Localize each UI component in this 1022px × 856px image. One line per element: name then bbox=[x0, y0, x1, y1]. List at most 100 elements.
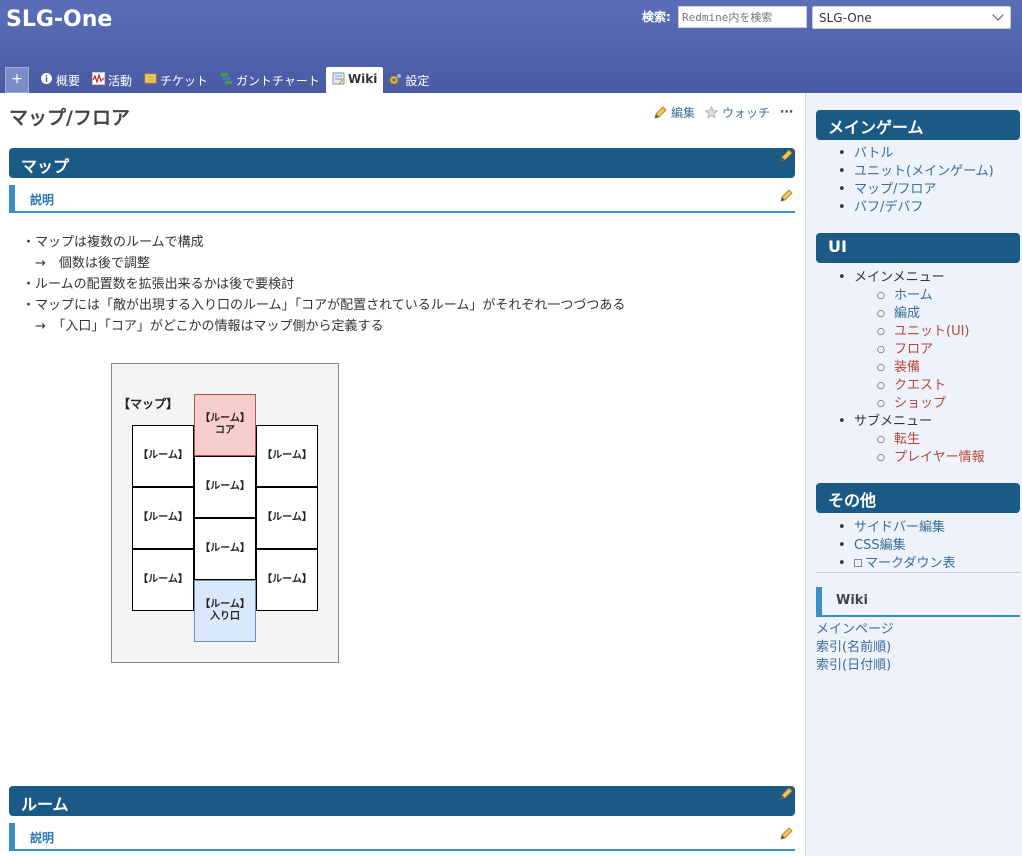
list-item[interactable]: マップ/フロア bbox=[836, 181, 994, 199]
tab-settings[interactable]: 設定 bbox=[383, 67, 435, 93]
subsection-heading-description: 説明 bbox=[9, 185, 795, 213]
sidebar-heading-wiki: Wiki bbox=[816, 587, 1020, 617]
list-item[interactable]: ショップ bbox=[836, 395, 985, 413]
section-edit-icon[interactable] bbox=[780, 827, 793, 840]
tab-issues-label: チケット bbox=[160, 74, 209, 88]
star-icon bbox=[704, 106, 718, 119]
list-item[interactable]: マークダウン表 bbox=[836, 555, 955, 573]
list-item: サブメニュー bbox=[836, 413, 985, 431]
room-core-line2: コア bbox=[214, 425, 235, 436]
ticket-icon bbox=[144, 73, 157, 84]
tab-issues[interactable]: チケット bbox=[138, 67, 214, 93]
list-item[interactable]: サイドバー編集 bbox=[836, 519, 955, 537]
tab-overview-label: 概要 bbox=[56, 74, 81, 88]
section-heading-room: ルーム bbox=[9, 786, 795, 816]
search-input[interactable] bbox=[678, 6, 807, 28]
tab-settings-label: 設定 bbox=[405, 74, 430, 88]
list-item[interactable]: クエスト bbox=[836, 377, 985, 395]
chevron-down-icon bbox=[992, 9, 1004, 21]
more-actions-button[interactable]: ⋯ bbox=[780, 105, 793, 120]
room-core: 【ルーム】 コア bbox=[194, 394, 256, 456]
sidebar-heading-ui: UI bbox=[816, 233, 1020, 263]
list-item: メインメニュー bbox=[836, 269, 985, 287]
top-header: SLG-One 検索: SLG-One + 概要 活動 チケット ガントチャート… bbox=[0, 0, 1022, 93]
list-item[interactable]: 装備 bbox=[836, 359, 985, 377]
room: 【ルーム】 bbox=[132, 549, 194, 611]
other-list: サイドバー編集 CSS編集 マークダウン表 bbox=[836, 519, 955, 573]
list-item[interactable]: CSS編集 bbox=[836, 537, 955, 555]
subsection-heading-text: 説明 bbox=[30, 831, 55, 845]
list-item[interactable]: ユニット(メインゲーム) bbox=[836, 163, 994, 181]
list-item[interactable]: 転生 bbox=[836, 431, 985, 449]
project-select-value: SLG-One bbox=[819, 11, 872, 25]
list-item[interactable]: ユニット(UI) bbox=[836, 323, 985, 341]
room: 【ルーム】 bbox=[194, 456, 256, 518]
external-link-icon bbox=[854, 559, 862, 567]
main-content: マップ/フロア 編集 ウォッチ ⋯ マップ 説明 ・マップは複数のルームで構成 … bbox=[0, 93, 806, 856]
main-game-list: バトル ユニット(メインゲーム) マップ/フロア バフ/デバフ bbox=[836, 145, 994, 217]
section-heading-map: マップ bbox=[9, 148, 795, 178]
edit-label: 編集 bbox=[670, 106, 695, 120]
list-item[interactable]: ホーム bbox=[836, 287, 985, 305]
tab-new[interactable]: + bbox=[5, 67, 29, 93]
edit-button[interactable]: 編集 bbox=[654, 104, 695, 121]
divider bbox=[816, 572, 1020, 573]
sidebar: メインゲーム バトル ユニット(メインゲーム) マップ/フロア バフ/デバフ U… bbox=[806, 93, 1022, 856]
map-diagram: 【マップ】 【ルーム】 コア 【ルーム】 【ルーム】 【ルーム】 【ルーム】 【ル… bbox=[111, 363, 339, 663]
project-select[interactable]: SLG-One bbox=[812, 6, 1011, 29]
watch-label: ウォッチ bbox=[721, 106, 770, 120]
tab-activity[interactable]: 活動 bbox=[86, 67, 138, 93]
room: 【ルーム】 bbox=[194, 518, 256, 580]
text-line: ・マップは複数のルームで構成 bbox=[22, 235, 204, 250]
tab-activity-label: 活動 bbox=[108, 74, 133, 88]
tab-wiki[interactable]: Wiki bbox=[325, 67, 384, 93]
settings-icon bbox=[389, 73, 403, 85]
tab-gantt[interactable]: ガントチャート bbox=[214, 67, 326, 93]
watch-button[interactable]: ウォッチ bbox=[704, 104, 770, 121]
subsection-heading-description-2: 説明 bbox=[9, 823, 795, 851]
room: 【ルーム】 bbox=[256, 549, 318, 611]
section-edit-icon[interactable] bbox=[780, 787, 793, 800]
room-core-line1: 【ルーム】 bbox=[200, 413, 250, 424]
wiki-link-index-by-title[interactable]: 索引(名前順) bbox=[816, 639, 894, 657]
text-line: → 個数は後で調整 bbox=[22, 256, 150, 271]
description-text: ・マップは複数のルームで構成 → 個数は後で調整 ・ルームの配置数を拡張出来るか… bbox=[22, 232, 625, 337]
list-item[interactable]: バトル bbox=[836, 145, 994, 163]
sidebar-heading-other: その他 bbox=[816, 483, 1020, 513]
room: 【ルーム】 bbox=[256, 487, 318, 549]
list-item[interactable]: バフ/デバフ bbox=[836, 199, 994, 217]
wiki-icon bbox=[332, 72, 345, 85]
list-item[interactable]: 編成 bbox=[836, 305, 985, 323]
tab-new-label: + bbox=[11, 71, 23, 87]
text-line: ・ルームの配置数を拡張出来るかは後で要検討 bbox=[22, 277, 295, 292]
section-edit-icon[interactable] bbox=[780, 189, 793, 202]
tab-gantt-label: ガントチャート bbox=[236, 74, 320, 88]
section-heading-room-text: ルーム bbox=[21, 795, 69, 814]
main-menu-tabs: + 概要 活動 チケット ガントチャート Wiki 設定 bbox=[5, 67, 435, 93]
subsection-heading-text: 説明 bbox=[30, 193, 55, 207]
list-item[interactable]: プレイヤー情報 bbox=[836, 449, 985, 467]
room-entry: 【ルーム】 入り口 bbox=[194, 580, 256, 642]
tab-wiki-label: Wiki bbox=[347, 72, 378, 86]
pencil-icon bbox=[654, 106, 667, 119]
gantt-icon bbox=[221, 73, 233, 84]
wiki-link-index-by-date[interactable]: 索引(日付順) bbox=[816, 657, 894, 675]
sidebar-heading-main-game: メインゲーム bbox=[816, 110, 1020, 140]
activity-icon bbox=[92, 72, 106, 85]
wiki-link-main[interactable]: メインページ bbox=[816, 621, 894, 639]
room-entry-line2: 入り口 bbox=[209, 611, 240, 622]
ui-list: メインメニュー ホーム 編成 ユニット(UI) フロア 装備 クエスト ショップ… bbox=[836, 269, 985, 467]
page-title: マップ/フロア bbox=[9, 107, 130, 129]
wiki-links: メインページ 索引(名前順) 索引(日付順) bbox=[816, 621, 894, 675]
app-title[interactable]: SLG-One bbox=[6, 7, 112, 32]
room: 【ルーム】 bbox=[132, 487, 194, 549]
room: 【ルーム】 bbox=[256, 425, 318, 487]
diagram-label: 【マップ】 bbox=[118, 397, 179, 411]
room: 【ルーム】 bbox=[132, 425, 194, 487]
section-edit-icon[interactable] bbox=[780, 149, 793, 162]
search-label: 検索: bbox=[642, 10, 671, 24]
list-item[interactable]: フロア bbox=[836, 341, 985, 359]
section-heading-map-text: マップ bbox=[21, 157, 70, 176]
room-entry-line1: 【ルーム】 bbox=[200, 599, 250, 610]
tab-overview[interactable]: 概要 bbox=[34, 67, 86, 93]
